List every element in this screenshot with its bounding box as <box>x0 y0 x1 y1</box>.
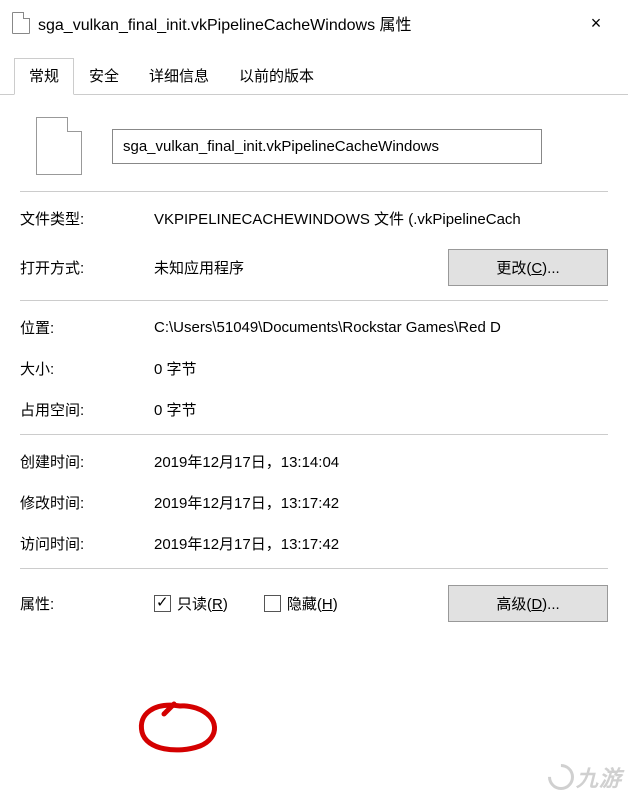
label-attributes: 属性: <box>20 593 154 614</box>
label-accessed: 访问时间: <box>20 533 154 554</box>
label-size: 大小: <box>20 358 154 379</box>
value-accessed: 2019年12月17日，13:17:42 <box>154 533 608 554</box>
value-modified: 2019年12月17日，13:17:42 <box>154 492 608 513</box>
file-icon <box>12 12 30 34</box>
file-type-icon <box>36 117 82 175</box>
label-opens-with: 打开方式: <box>20 257 154 278</box>
annotation-circle <box>134 700 224 756</box>
filename-input[interactable] <box>112 129 542 164</box>
tab-general[interactable]: 常规 <box>14 58 74 95</box>
watermark: 九游 <box>548 761 622 793</box>
checkbox-icon <box>264 595 281 612</box>
advanced-button[interactable]: 高级(D)... <box>448 585 608 622</box>
label-file-type: 文件类型: <box>20 208 154 229</box>
window-title: sga_vulkan_final_init.vkPipelineCacheWin… <box>38 11 576 35</box>
readonly-checkbox[interactable]: 只读(R) <box>154 593 228 614</box>
value-location: C:\Users\51049\Documents\Rockstar Games\… <box>154 319 608 336</box>
close-button[interactable]: × <box>576 13 616 34</box>
label-location: 位置: <box>20 317 154 338</box>
label-size-on-disk: 占用空间: <box>20 399 154 420</box>
value-size: 0 字节 <box>154 358 608 379</box>
tab-bar: 常规 安全 详细信息 以前的版本 <box>0 44 628 95</box>
checkbox-icon <box>154 595 171 612</box>
value-size-on-disk: 0 字节 <box>154 399 608 420</box>
value-file-type: VKPIPELINECACHEWINDOWS 文件 (.vkPipelineCa… <box>154 208 608 229</box>
tab-security[interactable]: 安全 <box>74 58 134 94</box>
change-button[interactable]: 更改(C)... <box>448 249 608 286</box>
value-created: 2019年12月17日，13:14:04 <box>154 451 608 472</box>
label-created: 创建时间: <box>20 451 154 472</box>
readonly-label: 只读(R) <box>177 593 228 614</box>
value-opens-with: 未知应用程序 <box>154 257 448 278</box>
hidden-checkbox[interactable]: 隐藏(H) <box>264 593 338 614</box>
tab-details[interactable]: 详细信息 <box>134 58 224 94</box>
tab-previous[interactable]: 以前的版本 <box>224 58 329 94</box>
label-modified: 修改时间: <box>20 492 154 513</box>
hidden-label: 隐藏(H) <box>287 593 338 614</box>
